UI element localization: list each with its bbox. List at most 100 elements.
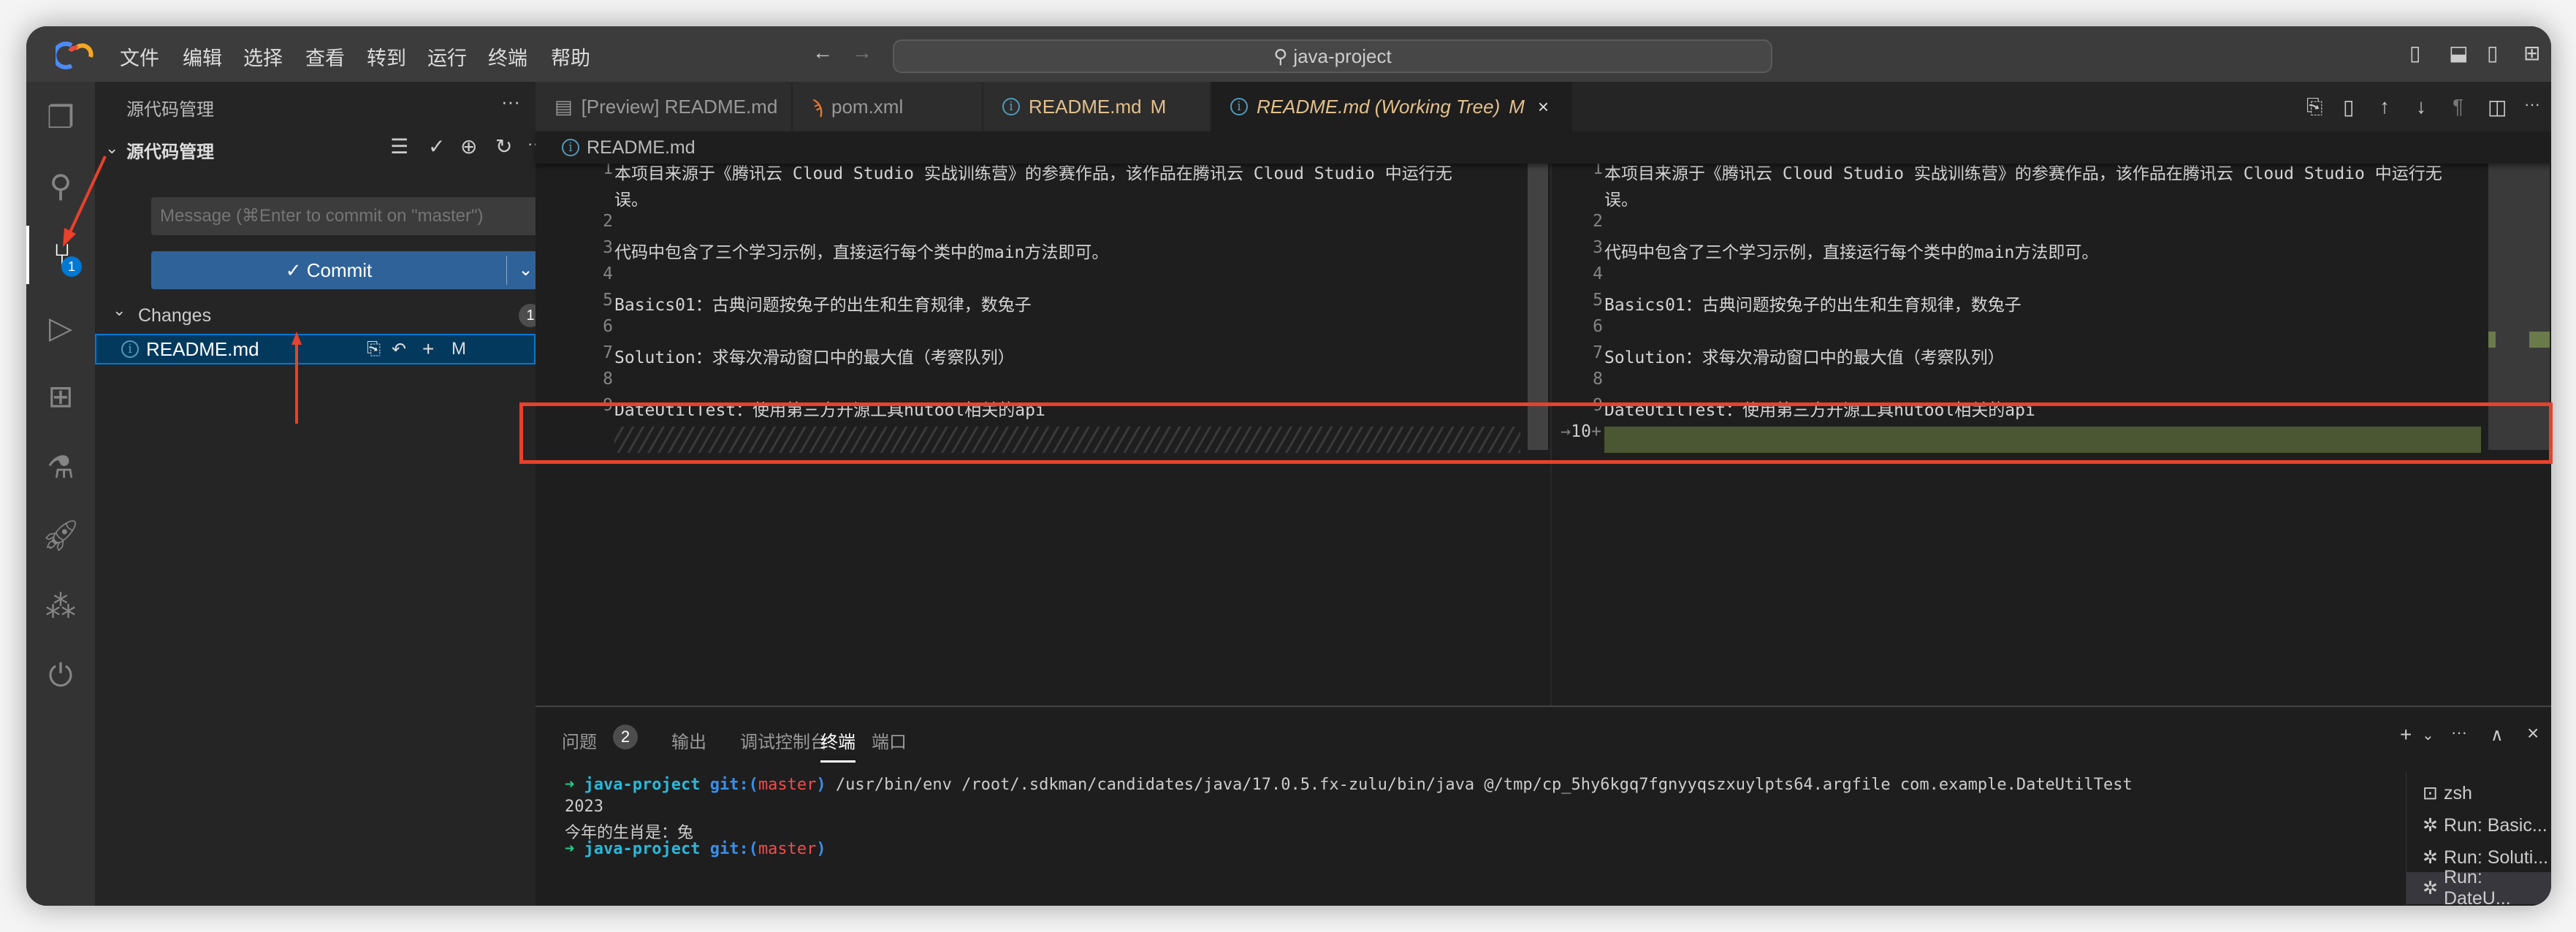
line-number: 1 — [1593, 164, 1603, 178]
terminal-item-basics[interactable]: ✲ Run: Basic... — [2407, 809, 2551, 841]
customize-layout-icon[interactable]: ⊞ — [2523, 41, 2540, 65]
prompt-dir: java-project — [584, 776, 701, 794]
file-status-m: M — [451, 339, 466, 359]
menu-selection[interactable]: 选择 — [243, 42, 283, 71]
next-change-arrow-icon[interactable]: ↓ — [2416, 95, 2426, 118]
new-terminal-plus-icon[interactable]: + — [2400, 723, 2412, 746]
terminal-name: Run: Soluti... — [2443, 847, 2549, 868]
commit-button[interactable]: ✓ Commit ⌄ — [151, 251, 544, 289]
toggle-sidebar-icon[interactable]: ▯ — [2409, 41, 2420, 65]
prompt-dir: java-project — [584, 840, 701, 858]
file-name: README.md — [146, 337, 259, 360]
terminal-item-dateutil[interactable]: ✲ Run: DateU... — [2407, 867, 2551, 906]
stage-changes-icon[interactable]: + — [422, 337, 434, 361]
line-number: 2 — [1593, 212, 1603, 231]
changes-label[interactable]: Changes — [138, 305, 211, 326]
panel-tab-debug-console[interactable]: 调试控制台 — [740, 727, 828, 753]
menu-run[interactable]: 运行 — [427, 42, 467, 71]
terminal-name: Run: DateU... — [2443, 867, 2511, 906]
commit-check-icon[interactable]: ✓ — [428, 134, 445, 158]
discard-changes-icon[interactable]: ↶ — [392, 339, 406, 360]
tab-label: README.md (Working Tree) — [1257, 95, 1501, 118]
explorer-icon[interactable]: ❐ — [26, 88, 95, 146]
tab-close-icon[interactable]: × — [1538, 96, 1549, 118]
spring-boot-power-icon[interactable]: ⏻ — [26, 646, 95, 705]
extensions-icon[interactable]: ⊞ — [26, 367, 95, 425]
line-number: 3 — [603, 238, 613, 257]
sidebar-more-icon[interactable]: ··· — [501, 91, 520, 113]
testing-flask-icon[interactable]: ⚗ — [26, 438, 95, 496]
debug-bug-icon: ✲ — [2423, 878, 2438, 898]
panel-tab-problems[interactable]: 问题 — [562, 727, 597, 753]
open-changes-icon[interactable]: ▯ — [2343, 95, 2354, 119]
forward-arrow-icon[interactable]: → — [852, 41, 872, 64]
close-panel-icon[interactable]: × — [2527, 722, 2539, 745]
tab-readme-working-tree[interactable]: i README.md (Working Tree) M × — [1211, 82, 1574, 131]
connections-icon[interactable]: ⁂ — [26, 577, 95, 635]
code-line: 代码中包含了三个学习示例，直接运行每个类中的main方法即可。 — [614, 243, 1109, 262]
tab-readme[interactable]: i README.md M — [983, 82, 1211, 131]
menu-view[interactable]: 查看 — [305, 42, 345, 71]
line-number: 3 — [1593, 238, 1603, 257]
code-line: 本项目来源于《腾讯云 Cloud Studio 实战训练营》的参赛作品，该作品在… — [614, 164, 1452, 183]
previous-change-arrow-icon[interactable]: ↑ — [2379, 95, 2390, 118]
panel-tab-terminal[interactable]: 终端 — [820, 727, 856, 763]
line-number: 2 — [603, 212, 613, 231]
maximize-panel-chevron-up-icon[interactable]: ∧ — [2491, 725, 2504, 746]
source-control-sidebar: 源代码管理 ··· ⌄ 源代码管理 ☰ ✓ ⊕ ↻ ··· ✓ Commit ⌄… — [95, 82, 544, 906]
menu-terminal[interactable]: 终端 — [488, 42, 527, 71]
toggle-secondary-sidebar-icon[interactable]: ▯ — [2487, 41, 2498, 65]
tab-preview-readme[interactable]: ▤ [Preview] README.md — [536, 82, 793, 131]
search-icon[interactable]: ⚲ — [26, 156, 95, 215]
info-file-icon: i — [562, 139, 579, 156]
code-line: Basics01：古典问题按兔子的出生和生育规律，数兔子 — [614, 296, 1032, 315]
chevron-down-icon[interactable]: ⌄ — [105, 139, 118, 158]
refresh-icon[interactable]: ↻ — [495, 134, 512, 158]
code-line: Basics01：古典问题按兔子的出生和生育规律，数兔子 — [1604, 296, 2021, 315]
prompt-branch: master — [758, 840, 817, 858]
menu-file[interactable]: 文件 — [120, 42, 159, 71]
menu-go[interactable]: 转到 — [367, 42, 406, 71]
back-arrow-icon[interactable]: ← — [812, 41, 833, 64]
debug-bug-icon: ✲ — [2423, 815, 2438, 836]
terminal-name: Run: Basic... — [2443, 814, 2548, 836]
line-number: 5 — [603, 291, 613, 310]
panel-tab-output[interactable]: 输出 — [671, 727, 706, 753]
terminal-item-zsh[interactable]: ⊡ zsh — [2407, 777, 2551, 809]
split-editor-icon[interactable]: ◫ — [2488, 95, 2507, 119]
check-icon: ✓ — [285, 259, 307, 281]
terminal-dropdown-chevron-icon[interactable]: ⌄ — [2422, 726, 2434, 744]
line-number: 4 — [603, 264, 613, 283]
prompt-git: git:( — [709, 840, 758, 858]
panel-tab-ports[interactable]: 端口 — [872, 727, 907, 753]
menu-help[interactable]: 帮助 — [551, 42, 590, 71]
more-actions-icon[interactable]: ··· — [2451, 723, 2467, 742]
terminal-line-prompt[interactable]: ➜ java-project git:(master) — [565, 840, 826, 858]
line-number: 8 — [1593, 370, 1603, 389]
menu-edit[interactable]: 编辑 — [183, 42, 222, 71]
open-file-icon[interactable]: ⎘ — [367, 339, 381, 359]
prompt-arrow-icon: ➜ — [565, 776, 584, 794]
source-control-icon[interactable]: ⑂ 1 — [26, 226, 95, 284]
whitespace-pilcrow-icon[interactable]: ¶ — [2453, 95, 2463, 118]
command-center-search[interactable]: ⚲ java-project — [893, 39, 1772, 73]
minimap-change-mark — [2488, 332, 2496, 348]
code-line: 代码中包含了三个学习示例，直接运行每个类中的main方法即可。 — [1604, 243, 2099, 262]
bottom-panel: 问题 2 输出 调试控制台 终端 端口 + ⌄ ··· ∧ × ➜ java-p… — [536, 706, 2551, 906]
changed-file-readme[interactable]: i README.md ⎘ ↶ + M — [95, 334, 536, 364]
search-text: java-project — [1293, 45, 1392, 67]
tab-pom-xml[interactable]: ϡ pom.xml — [793, 82, 983, 131]
terminal-list: ⊡ zsh ✲ Run: Basic... ✲ Run: Soluti... ✲ Run… — [2406, 771, 2551, 906]
rocket-icon[interactable]: 🚀︎ — [26, 506, 95, 565]
view-as-list-icon[interactable]: ☰ — [390, 134, 408, 158]
globe-icon[interactable]: ⊕ — [460, 134, 477, 158]
problems-count-badge: 2 — [613, 725, 638, 749]
toggle-panel-icon[interactable]: ⬓ — [2449, 41, 2468, 65]
commit-message-input[interactable] — [151, 197, 544, 235]
more-actions-icon[interactable]: ··· — [2524, 95, 2540, 114]
changes-chevron-icon[interactable]: ⌄ — [113, 301, 126, 320]
run-debug-icon[interactable]: ▷ — [26, 298, 95, 356]
breadcrumb[interactable]: i README.md — [536, 131, 2551, 164]
prompt-git: git:( — [709, 776, 758, 794]
open-file-icon[interactable]: ⎘ — [2306, 95, 2322, 119]
